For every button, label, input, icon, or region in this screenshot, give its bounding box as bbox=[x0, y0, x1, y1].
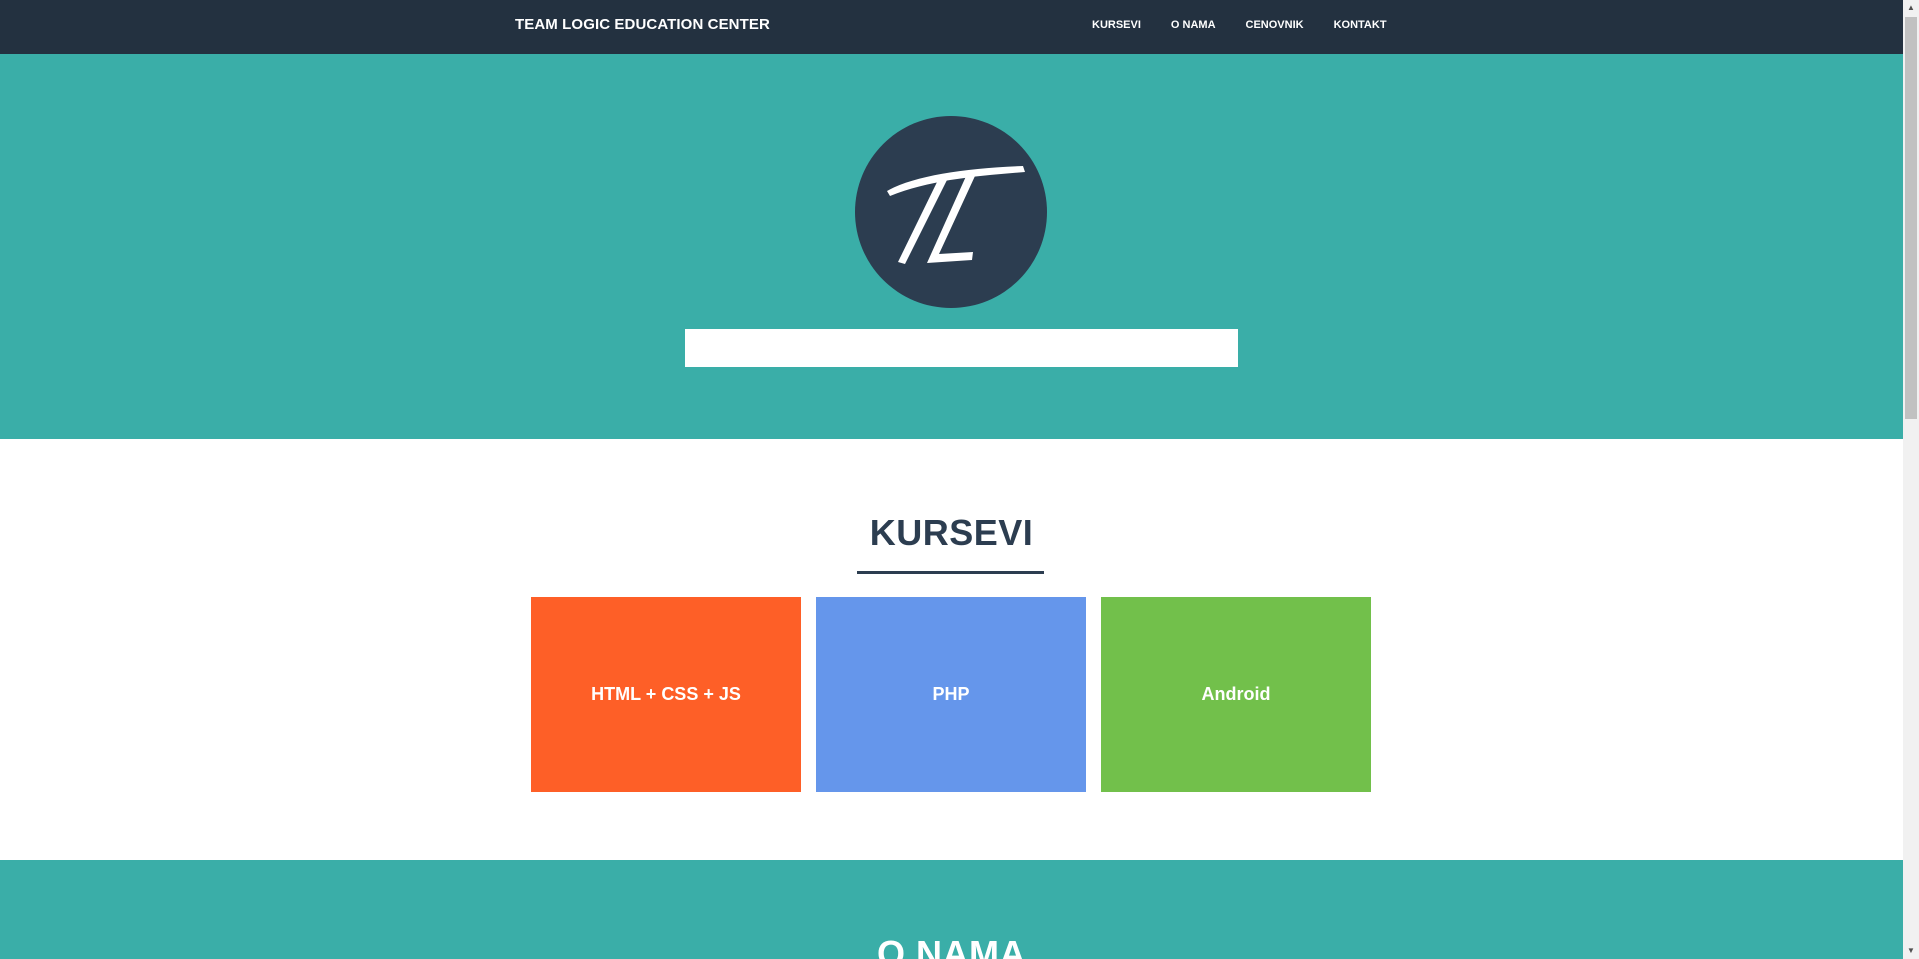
nav-link-kontakt[interactable]: KONTAKT bbox=[1334, 19, 1387, 31]
nav-link-kursevi[interactable]: KURSEVI bbox=[1092, 19, 1141, 31]
tl-monogram-icon bbox=[887, 166, 1025, 264]
page: TEAM LOGIC EDUCATION CENTER KURSEVI O NA… bbox=[0, 0, 1903, 959]
vertical-scrollbar[interactable]: ▲ ▼ bbox=[1903, 0, 1919, 959]
nav-links: KURSEVI O NAMA CENOVNIK KONTAKT bbox=[1092, 19, 1387, 31]
course-label: PHP bbox=[932, 684, 970, 704]
hero-section: TL bbox=[0, 54, 1903, 439]
nav-link-cenovnik[interactable]: CENOVNIK bbox=[1246, 19, 1304, 31]
course-card-html-css-js[interactable]: HTML + CSS + JS bbox=[531, 597, 801, 792]
scrollbar-thumb[interactable] bbox=[1905, 17, 1917, 419]
hero-text-field[interactable] bbox=[685, 329, 1238, 367]
kursevi-heading: KURSEVI bbox=[869, 512, 1034, 553]
top-navbar: TEAM LOGIC EDUCATION CENTER KURSEVI O NA… bbox=[0, 0, 1903, 54]
nav-link-o-nama[interactable]: O NAMA bbox=[1171, 19, 1216, 31]
course-label: HTML + CSS + JS bbox=[591, 684, 741, 704]
o-nama-heading: O NAMA bbox=[877, 933, 1026, 959]
scroll-down-arrow-icon[interactable]: ▼ bbox=[1903, 943, 1919, 959]
heading-underline bbox=[857, 571, 1044, 574]
course-card-android[interactable]: Android bbox=[1101, 597, 1371, 792]
course-card-php[interactable]: PHP bbox=[816, 597, 1086, 792]
o-nama-section: O NAMA bbox=[0, 860, 1903, 959]
course-label: Android bbox=[1201, 684, 1271, 704]
scroll-up-arrow-icon[interactable]: ▲ bbox=[1903, 0, 1919, 16]
brand-link[interactable]: TEAM LOGIC EDUCATION CENTER bbox=[515, 16, 770, 33]
tl-logo: TL bbox=[855, 116, 1047, 308]
